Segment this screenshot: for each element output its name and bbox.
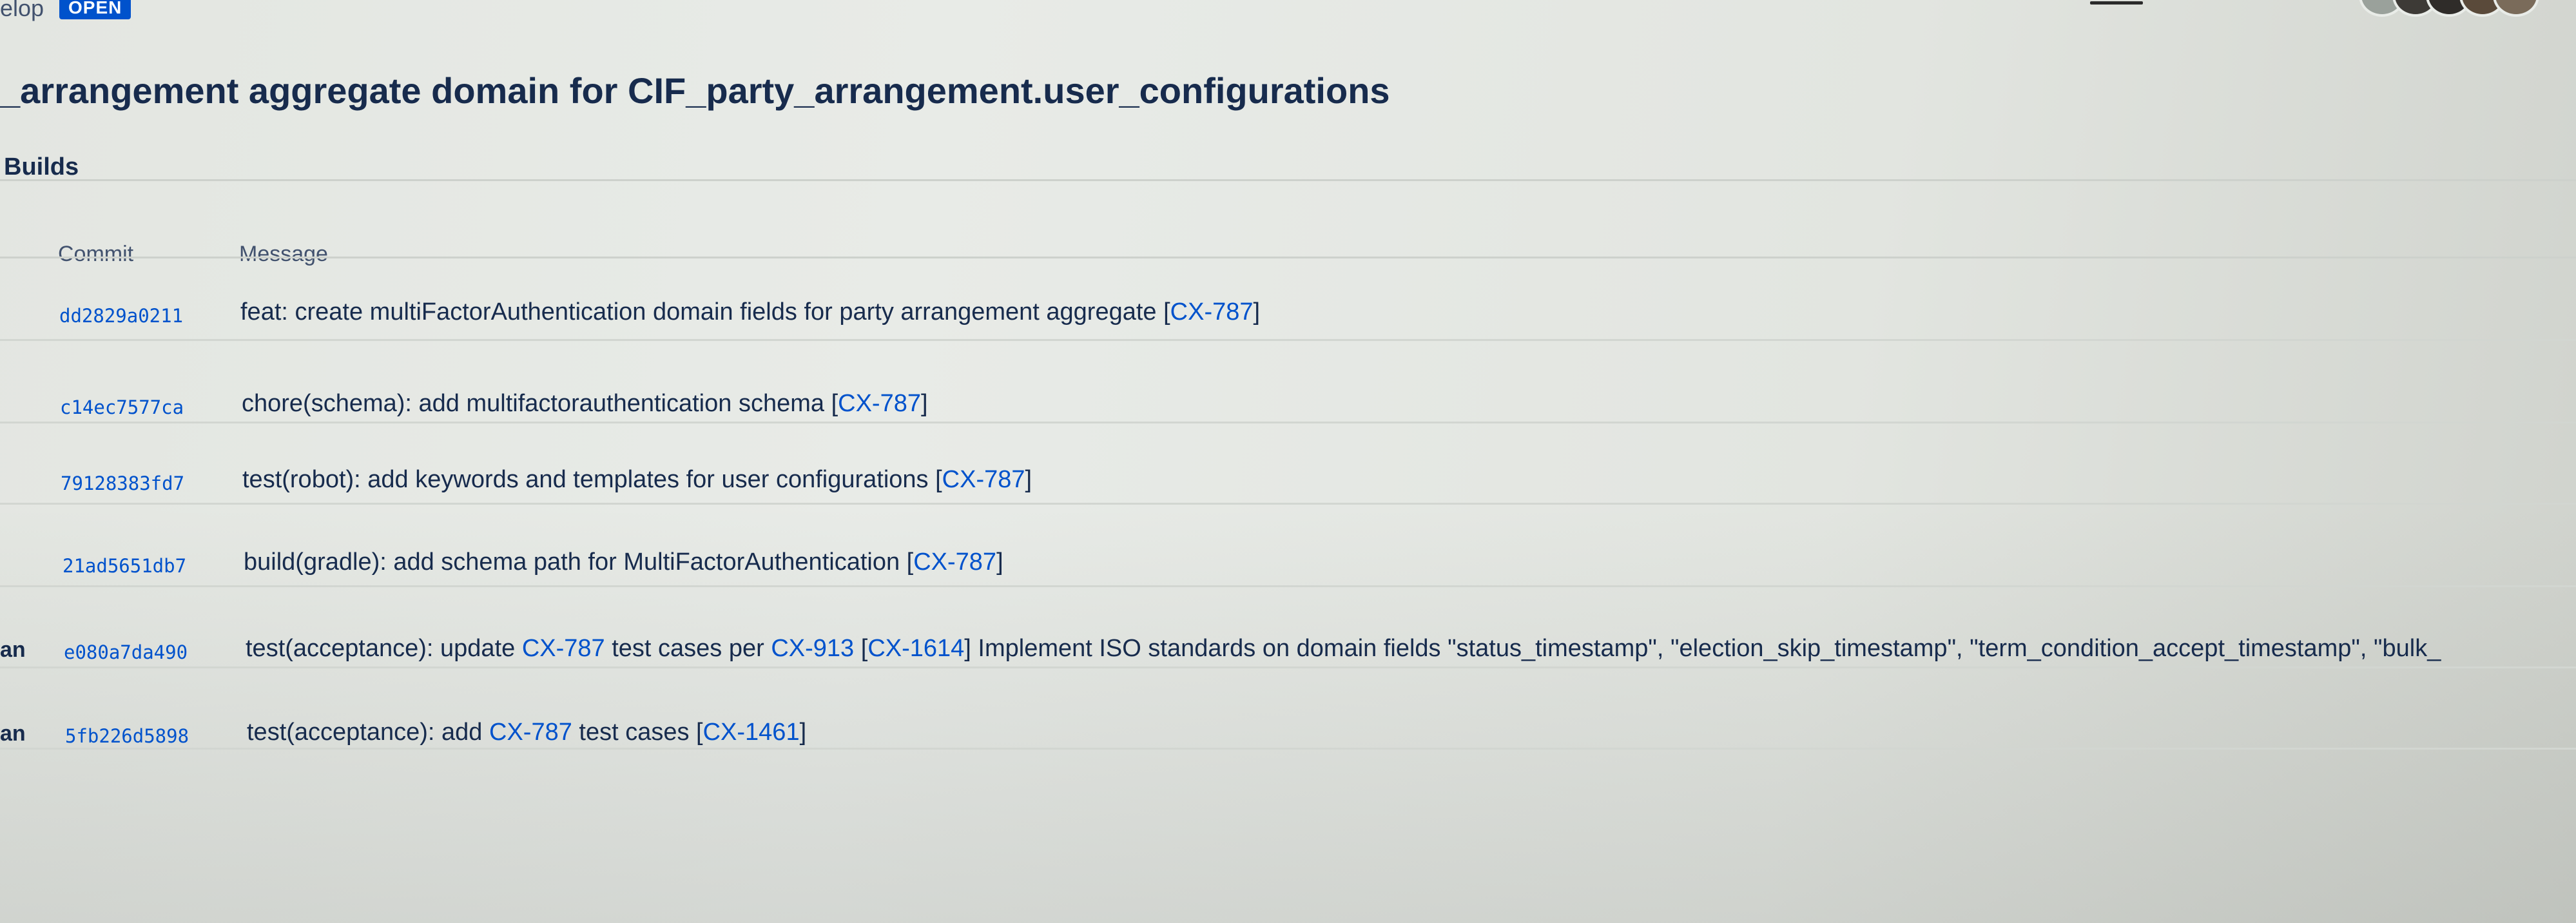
issue-link[interactable]: CX-1614 xyxy=(867,635,964,662)
message-text: ] xyxy=(920,390,928,417)
issue-link[interactable]: CX-787 xyxy=(522,635,605,662)
message-text: ] xyxy=(996,549,1003,576)
avatar[interactable] xyxy=(2493,0,2539,17)
message-text: test cases per xyxy=(605,635,771,662)
status-badge: OPEN xyxy=(59,0,131,19)
commit-hash-link[interactable]: e080a7da490 xyxy=(64,641,188,663)
pull-request-page: { "header": { "branch_fragment": "elop",… xyxy=(0,0,2576,923)
message-text: build(gradle): add schema path for Multi… xyxy=(244,549,907,576)
message-text: feat: create multiFactorAuthentication d… xyxy=(240,298,1164,325)
table-row[interactable]: c14ec7577ca chore(schema): add multifacto… xyxy=(0,341,2576,423)
message-text: [ xyxy=(854,635,868,662)
issue-link[interactable]: CX-787 xyxy=(838,390,921,417)
message-text: ] xyxy=(1253,298,1261,325)
issue-link[interactable]: CX-787 xyxy=(913,549,996,576)
page-title: _arrangement aggregate domain for CIF_pa… xyxy=(0,70,1390,111)
message-text: test(acceptance): add xyxy=(247,719,489,746)
commit-hash-link[interactable]: c14ec7577ca xyxy=(60,396,184,418)
top-bar: elop OPEN xyxy=(0,0,2576,26)
minimize-icon[interactable] xyxy=(2090,1,2143,5)
builds-section-title[interactable]: Builds xyxy=(4,153,79,181)
issue-link[interactable]: CX-1461 xyxy=(703,719,800,746)
table-row[interactable]: 79128383fd7 test(robot): add keywords and… xyxy=(0,423,2576,505)
avatar-group-icon[interactable] xyxy=(2359,0,2576,17)
branch-name[interactable]: elop xyxy=(0,0,44,22)
table-row[interactable]: an e080a7da490 test(acceptance): update CX… xyxy=(0,587,2576,668)
message-text: ] xyxy=(1025,466,1032,493)
message-text: [ xyxy=(906,549,914,576)
commit-hash-link[interactable]: 5fb226d5898 xyxy=(65,725,189,747)
issue-link[interactable]: CX-787 xyxy=(942,466,1025,493)
issue-link[interactable]: CX-787 xyxy=(489,719,572,746)
message-text: test cases [ xyxy=(572,719,703,746)
author-name[interactable]: an xyxy=(0,721,26,746)
row-divider xyxy=(0,748,2576,750)
issue-link[interactable]: CX-913 xyxy=(771,635,854,662)
commit-message: test(acceptance): add CX-787 test cases … xyxy=(247,719,806,746)
message-text: test(acceptance): update xyxy=(246,635,522,662)
author-name[interactable]: an xyxy=(0,637,26,663)
commit-message: build(gradle): add schema path for Multi… xyxy=(244,549,1003,576)
message-text: [ xyxy=(1163,298,1170,325)
commits-table: Commit Message xyxy=(0,222,2576,266)
commit-message: feat: create multiFactorAuthentication d… xyxy=(240,298,1260,326)
commit-message: test(robot): add keywords and templates … xyxy=(242,466,1032,494)
message-text: ] Implement ISO standards on domain fiel… xyxy=(964,635,2441,662)
commit-message: chore(schema): add multifactorauthentica… xyxy=(242,390,928,418)
table-row[interactable]: dd2829a0211 feat: create multiFactorAuthe… xyxy=(0,258,2576,341)
commit-hash-link[interactable]: dd2829a0211 xyxy=(59,305,183,327)
section-divider xyxy=(0,179,2576,181)
table-row[interactable]: an 5fb226d5898 test(acceptance): add CX-78… xyxy=(0,668,2576,750)
message-text: test(robot): add keywords and templates … xyxy=(242,466,936,493)
message-text: [ xyxy=(831,390,838,417)
table-row[interactable]: 21ad5651db7 build(gradle): add schema pat… xyxy=(0,505,2576,587)
commit-message: test(acceptance): update CX-787 test cas… xyxy=(246,635,2441,663)
message-text: [ xyxy=(935,466,942,493)
commit-hash-link[interactable]: 21ad5651db7 xyxy=(63,555,186,577)
table-header: Commit Message xyxy=(0,222,2576,266)
message-text: ] xyxy=(799,719,807,746)
message-text: chore(schema): add multifactorauthentica… xyxy=(242,390,831,417)
commit-hash-link[interactable]: 79128383fd7 xyxy=(61,472,184,494)
issue-link[interactable]: CX-787 xyxy=(1170,298,1254,325)
